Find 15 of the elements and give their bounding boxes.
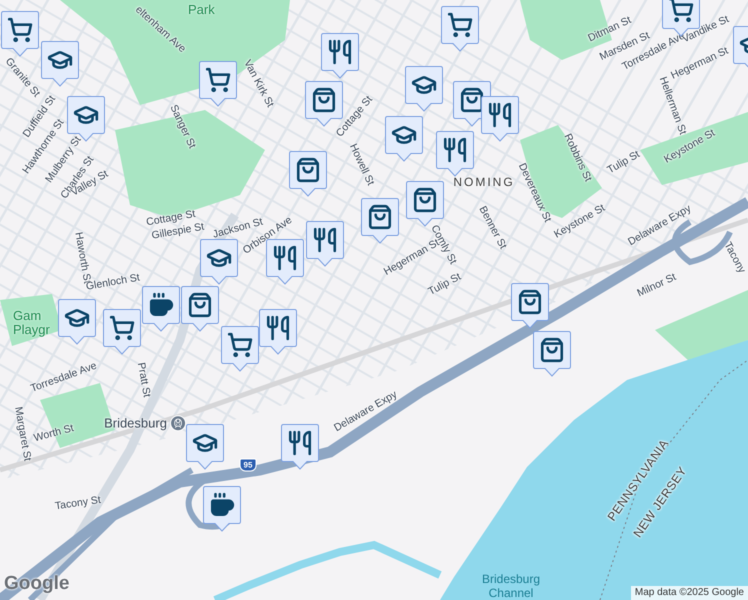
highway-shield: 95	[240, 458, 256, 472]
street-label: Tulip St	[426, 270, 464, 300]
neighborhood-label: NOMING	[453, 174, 515, 191]
station-label: Bridesburg	[104, 414, 167, 432]
street-label: Pratt St	[134, 361, 154, 399]
park-label: Park	[188, 3, 216, 17]
street-label: Van Kirk St	[240, 57, 278, 111]
water-label: Bridesburg Channel	[480, 572, 542, 600]
street-label: Worth St	[32, 421, 76, 446]
street-label: Milnor St	[634, 270, 679, 302]
map-attribution: Map data ©2025 Google	[630, 586, 748, 600]
park-label: Gam Playgr	[13, 309, 51, 337]
street-label: Margaret St	[11, 406, 34, 462]
street-label: Tulip St	[604, 147, 643, 178]
street-label: Tacony St	[54, 493, 102, 514]
